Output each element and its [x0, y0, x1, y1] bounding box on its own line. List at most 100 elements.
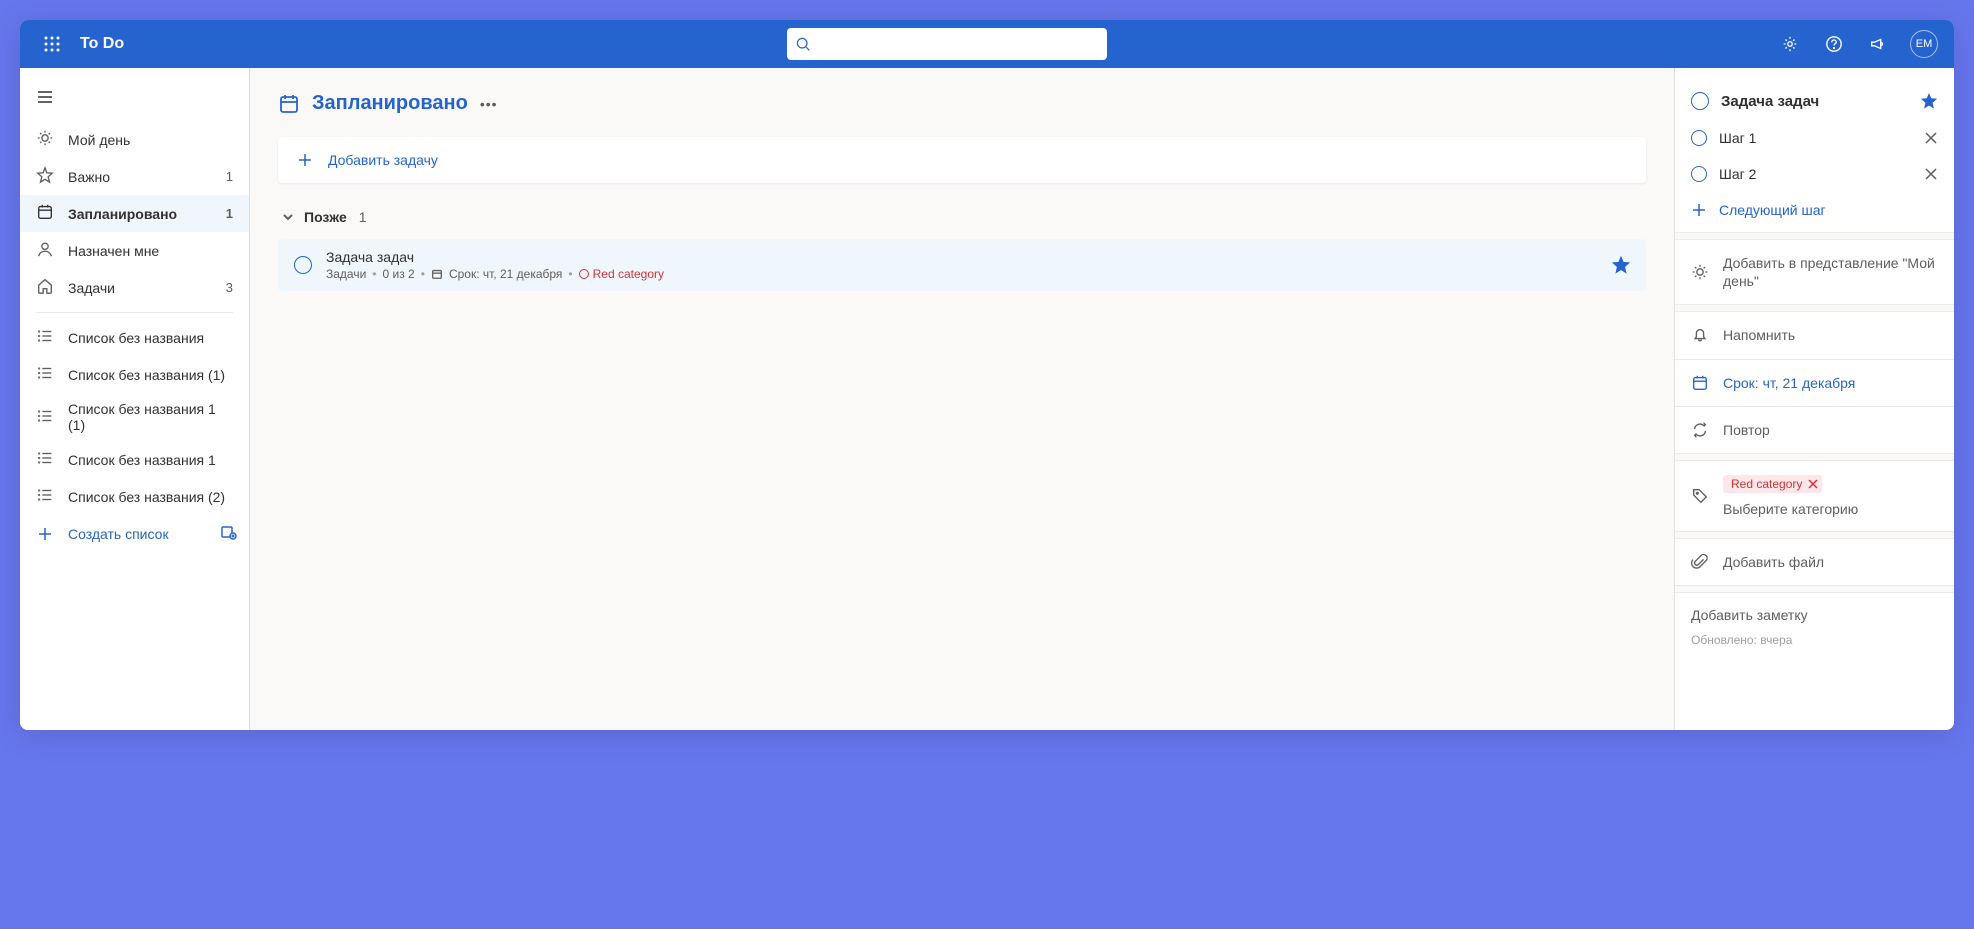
category-placeholder: Выберите категорию	[1723, 501, 1858, 517]
delete-step-icon[interactable]	[1924, 131, 1938, 145]
list-icon	[36, 364, 54, 385]
sidebar-item[interactable]: Список без названия 1	[20, 441, 249, 478]
detail-title-row: Задача задач	[1675, 86, 1954, 120]
plus-icon	[296, 151, 314, 169]
add-step-button[interactable]: Следующий шаг	[1675, 192, 1954, 232]
step-checkbox[interactable]	[1691, 166, 1707, 182]
sidebar-item-label: Список без названия 1 (1)	[68, 401, 233, 433]
due-date-button[interactable]: Срок: чт, 21 декабря	[1675, 360, 1954, 407]
bell-icon	[1691, 326, 1709, 344]
sidebar-item-count: 1	[226, 206, 233, 221]
help-icon	[1825, 35, 1843, 53]
sidebar-item[interactable]: Мой день	[20, 121, 249, 158]
add-to-my-day-button[interactable]: Добавить в представление "Мой день"	[1675, 240, 1954, 304]
sidebar-item-label: Список без названия	[68, 330, 233, 346]
task-category: Red category	[579, 267, 664, 281]
detail-complete-checkbox[interactable]	[1691, 92, 1709, 110]
list-icon	[36, 407, 54, 428]
task-meta: Задачи • 0 из 2 • Срок: чт, 21 декабря •…	[326, 267, 1598, 281]
repeat-label: Повтор	[1723, 421, 1938, 439]
settings-button[interactable]	[1770, 20, 1810, 68]
calendar-icon	[278, 93, 300, 115]
add-step-label: Следующий шаг	[1719, 202, 1826, 218]
step-checkbox[interactable]	[1691, 130, 1707, 146]
category-dot-icon	[579, 269, 589, 279]
megaphone-icon	[1869, 35, 1887, 53]
calendar-icon	[1691, 374, 1709, 392]
remove-category-icon[interactable]	[1808, 479, 1818, 489]
sidebar-item[interactable]: Список без названия (1)	[20, 356, 249, 393]
list-icon	[36, 486, 54, 507]
new-list-row[interactable]: Создать список	[20, 515, 249, 552]
section-header[interactable]: Позже 1	[278, 203, 1646, 231]
task-details-panel: Задача задач Шаг 1 Шаг 2 Следующий шаг До…	[1674, 68, 1954, 730]
list-options-button[interactable]: •••	[480, 96, 498, 112]
remind-button[interactable]: Напомнить	[1675, 312, 1954, 359]
detail-title[interactable]: Задача задач	[1721, 93, 1908, 110]
search-input[interactable]	[817, 36, 1099, 52]
sun-icon	[1691, 263, 1709, 281]
sidebar: Мой деньВажно1Запланировано1Назначен мне…	[20, 68, 250, 730]
gear-icon	[1781, 35, 1799, 53]
user-avatar[interactable]: EM	[1910, 30, 1938, 58]
delete-step-icon[interactable]	[1924, 167, 1938, 181]
sidebar-item[interactable]: Список без названия 1 (1)	[20, 393, 249, 441]
step-label: Шаг 1	[1719, 130, 1912, 146]
paperclip-icon	[1691, 553, 1709, 571]
task-complete-checkbox[interactable]	[294, 256, 312, 274]
home-icon	[36, 277, 54, 298]
due-date-label: Срок: чт, 21 декабря	[1723, 374, 1938, 392]
detail-important-star[interactable]	[1920, 92, 1938, 110]
attach-label: Добавить файл	[1723, 553, 1938, 571]
search-icon	[795, 36, 811, 52]
step-row[interactable]: Шаг 2	[1675, 156, 1954, 192]
add-task-input[interactable]: Добавить задачу	[278, 137, 1646, 183]
search-box[interactable]	[787, 28, 1107, 60]
sidebar-item-count: 3	[226, 280, 233, 295]
calendar-icon	[431, 268, 443, 280]
sidebar-item-count: 1	[226, 169, 233, 184]
new-group-button[interactable]	[219, 523, 237, 544]
sidebar-item[interactable]: Запланировано1	[20, 195, 249, 232]
star-icon	[36, 166, 54, 187]
add-task-placeholder: Добавить задачу	[328, 152, 438, 168]
sidebar-item[interactable]: Список без названия (2)	[20, 478, 249, 515]
sidebar-item[interactable]: Назначен мне	[20, 232, 249, 269]
category-row[interactable]: Red category Выберите категорию	[1675, 461, 1954, 531]
list-title: Запланировано	[312, 92, 468, 115]
add-to-my-day-label: Добавить в представление "Мой день"	[1723, 254, 1938, 290]
step-row[interactable]: Шаг 1	[1675, 120, 1954, 156]
repeat-button[interactable]: Повтор	[1675, 407, 1954, 453]
task-progress: 0 из 2	[383, 267, 415, 281]
app-body: Мой деньВажно1Запланировано1Назначен мне…	[20, 68, 1954, 730]
sidebar-item-label: Список без названия (1)	[68, 367, 233, 383]
sidebar-item[interactable]: Задачи 3	[20, 269, 249, 306]
task-important-star[interactable]	[1612, 256, 1630, 274]
attach-file-button[interactable]: Добавить файл	[1675, 539, 1954, 585]
chevron-down-icon	[282, 211, 294, 223]
main-content: Запланировано ••• Добавить задачу Позже …	[250, 68, 1674, 730]
sidebar-item-label: Задачи	[68, 280, 212, 296]
app-header: To Do EM	[20, 20, 1954, 68]
remind-label: Напомнить	[1723, 326, 1938, 344]
waffle-icon	[44, 36, 60, 52]
sidebar-divider	[36, 312, 233, 313]
sidebar-item[interactable]: Важно 1	[20, 158, 249, 195]
note-input[interactable]: Добавить заметку	[1675, 593, 1954, 629]
app-launcher-button[interactable]	[28, 20, 76, 68]
list-icon	[36, 449, 54, 470]
task-row[interactable]: Задача задач Задачи • 0 из 2 • Срок: чт,…	[278, 239, 1646, 291]
plus-icon	[1691, 202, 1707, 218]
megaphone-button[interactable]	[1858, 20, 1898, 68]
sidebar-item-label: Список без названия 1	[68, 452, 233, 468]
sidebar-item[interactable]: Список без названия	[20, 319, 249, 356]
sidebar-item-label: Мой день	[68, 132, 233, 148]
hamburger-icon	[36, 88, 54, 106]
sidebar-toggle[interactable]	[20, 80, 249, 121]
help-button[interactable]	[1814, 20, 1854, 68]
tag-icon	[1691, 487, 1709, 505]
sidebar-item-label: Важно	[68, 169, 212, 185]
new-group-icon	[219, 523, 237, 541]
category-chip[interactable]: Red category	[1723, 475, 1822, 493]
task-due: Срок: чт, 21 декабря	[449, 267, 562, 281]
